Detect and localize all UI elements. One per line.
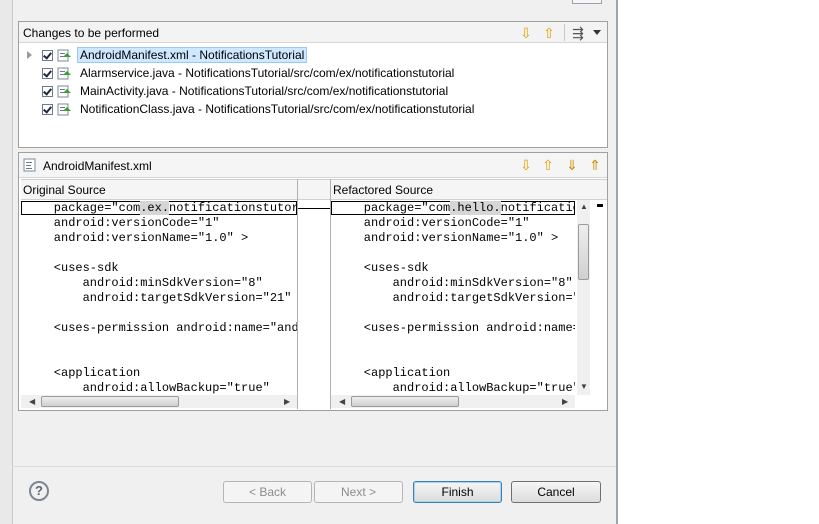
java-file-icon xyxy=(57,102,73,116)
code-line: package="com.ex.notificationstutor xyxy=(25,201,297,215)
changes-panel-header: Changes to be performed ⇩ ⇧ ⇶ xyxy=(19,22,607,43)
code-line: android:minSdkVersion="8" xyxy=(335,276,573,290)
change-marker[interactable] xyxy=(597,204,603,207)
tree-row[interactable]: MainActivity.java - NotificationsTutoria… xyxy=(42,82,451,100)
code-line: android:targetSdkVersion=" xyxy=(335,291,575,305)
original-source-header: Original Source xyxy=(21,179,297,200)
scrollbar-thumb[interactable] xyxy=(351,396,459,407)
filter-changes-icon[interactable]: ⇶ xyxy=(570,25,586,41)
previous-change-arrow-icon[interactable]: ⇧ xyxy=(541,25,557,41)
window-control-partial[interactable] xyxy=(572,0,602,4)
diff-connector-line xyxy=(298,208,330,209)
changed-token: .ex. xyxy=(140,201,170,215)
code-line: <application xyxy=(25,366,141,380)
code-line: <uses-sdk xyxy=(335,261,429,275)
next-button[interactable]: Next > xyxy=(314,481,403,503)
help-button[interactable]: ? xyxy=(29,481,49,501)
finish-button[interactable]: Finish xyxy=(413,481,502,503)
code-line: android:versionCode="1" xyxy=(335,216,530,230)
diff-gutter xyxy=(298,179,331,409)
java-file-icon xyxy=(57,66,73,80)
scrollbar-thumb[interactable] xyxy=(41,396,179,407)
scroll-left-arrow-icon[interactable]: ◀ xyxy=(339,395,345,408)
code-line: <uses-sdk xyxy=(25,261,119,275)
code-line: package="com.hello.notificatio xyxy=(335,201,575,215)
changes-panel-title: Changes to be performed xyxy=(23,26,160,40)
expand-arrow-icon[interactable] xyxy=(27,51,32,59)
compare-panel-header: AndroidManifest.xml ⇩ ⇧ ⇓ ⇑ xyxy=(19,153,607,178)
button-bar-separator xyxy=(12,466,616,467)
refactored-vertical-scrollbar[interactable]: ▲ ▼ xyxy=(577,200,590,395)
scroll-right-arrow-icon[interactable]: ▶ xyxy=(562,395,568,408)
original-code-area[interactable]: package="com.ex.notificationstutor andro… xyxy=(21,200,297,395)
code-line: android:allowBackup="true" xyxy=(335,381,575,395)
tree-row[interactable]: AndroidManifest.xml - NotificationsTutor… xyxy=(27,46,308,64)
xml-file-icon xyxy=(57,48,73,62)
scrollbar-thumb[interactable] xyxy=(578,224,589,280)
original-source-label: Original Source xyxy=(23,183,106,197)
next-change-icon[interactable]: ⇓ xyxy=(564,157,580,173)
scroll-left-arrow-icon[interactable]: ◀ xyxy=(29,395,35,408)
next-change-arrow-icon[interactable]: ⇩ xyxy=(518,25,534,41)
refactored-source-label: Refactored Source xyxy=(333,183,434,197)
original-horizontal-scrollbar[interactable]: ◀ ▶ xyxy=(21,395,297,408)
scroll-up-arrow-icon[interactable]: ▲ xyxy=(580,200,588,213)
tree-row-checkbox[interactable] xyxy=(42,67,53,79)
changes-tree: AndroidManifest.xml - NotificationsTutor… xyxy=(19,44,607,144)
refactored-code-area[interactable]: package="com.hello.notificatio android:v… xyxy=(331,200,575,395)
code-line: <uses-permission android:name="andr xyxy=(25,321,297,335)
code-line: <uses-permission android:name= xyxy=(335,321,575,335)
overview-ruler[interactable] xyxy=(593,200,607,395)
previous-difference-icon[interactable]: ⇧ xyxy=(540,157,556,173)
code-line: <application xyxy=(335,366,451,380)
code-line: android:targetSdkVersion="21" / xyxy=(25,291,297,305)
refactored-source-pane: Refactored Source package="com.hello.not… xyxy=(331,179,607,409)
tree-row-checkbox[interactable] xyxy=(42,103,53,115)
tree-row[interactable]: NotificationClass.java - NotificationsTu… xyxy=(42,100,477,118)
dialog-left-edge xyxy=(0,0,13,524)
java-file-icon xyxy=(57,84,73,98)
code-line: android:allowBackup="true" xyxy=(25,381,270,395)
next-difference-icon[interactable]: ⇩ xyxy=(518,157,534,173)
tree-row-label: Alarmservice.java - NotificationsTutoria… xyxy=(80,66,455,80)
code-line: android:versionName="1.0" > xyxy=(25,231,249,245)
scroll-down-arrow-icon[interactable]: ▼ xyxy=(580,380,588,393)
toolbar-separator xyxy=(564,24,565,41)
changes-panel: Changes to be performed ⇩ ⇧ ⇶ AndroidMan… xyxy=(18,21,608,148)
tree-row-checkbox[interactable] xyxy=(42,49,53,61)
compare-panel: AndroidManifest.xml ⇩ ⇧ ⇓ ⇑ Original Sou… xyxy=(18,152,608,411)
compare-file-title: AndroidManifest.xml xyxy=(43,159,152,173)
refactored-horizontal-scrollbar[interactable]: ◀ ▶ xyxy=(331,395,575,408)
tree-row[interactable]: Alarmservice.java - NotificationsTutoria… xyxy=(42,64,457,82)
previous-change-icon[interactable]: ⇑ xyxy=(587,157,603,173)
view-menu-chevron-down-icon[interactable] xyxy=(593,30,601,35)
scroll-right-arrow-icon[interactable]: ▶ xyxy=(284,395,290,408)
cancel-button[interactable]: Cancel xyxy=(511,481,601,503)
code-line: android:versionCode="1" xyxy=(25,216,220,230)
original-source-pane: Original Source package="com.ex.notifica… xyxy=(21,179,298,409)
tree-row-checkbox[interactable] xyxy=(42,85,53,97)
tree-row-label: MainActivity.java - NotificationsTutoria… xyxy=(80,84,449,98)
code-line: android:versionName="1.0" > xyxy=(335,231,559,245)
back-button[interactable]: < Back xyxy=(223,481,312,503)
changed-token: .hello. xyxy=(450,201,501,215)
code-line: android:minSdkVersion="8" xyxy=(25,276,263,290)
xml-file-icon xyxy=(23,158,37,175)
tree-row-label: NotificationClass.java - NotificationsTu… xyxy=(80,102,475,116)
refactored-source-header: Refactored Source xyxy=(331,179,607,200)
tree-row-label: AndroidManifest.xml - NotificationsTutor… xyxy=(77,47,308,63)
